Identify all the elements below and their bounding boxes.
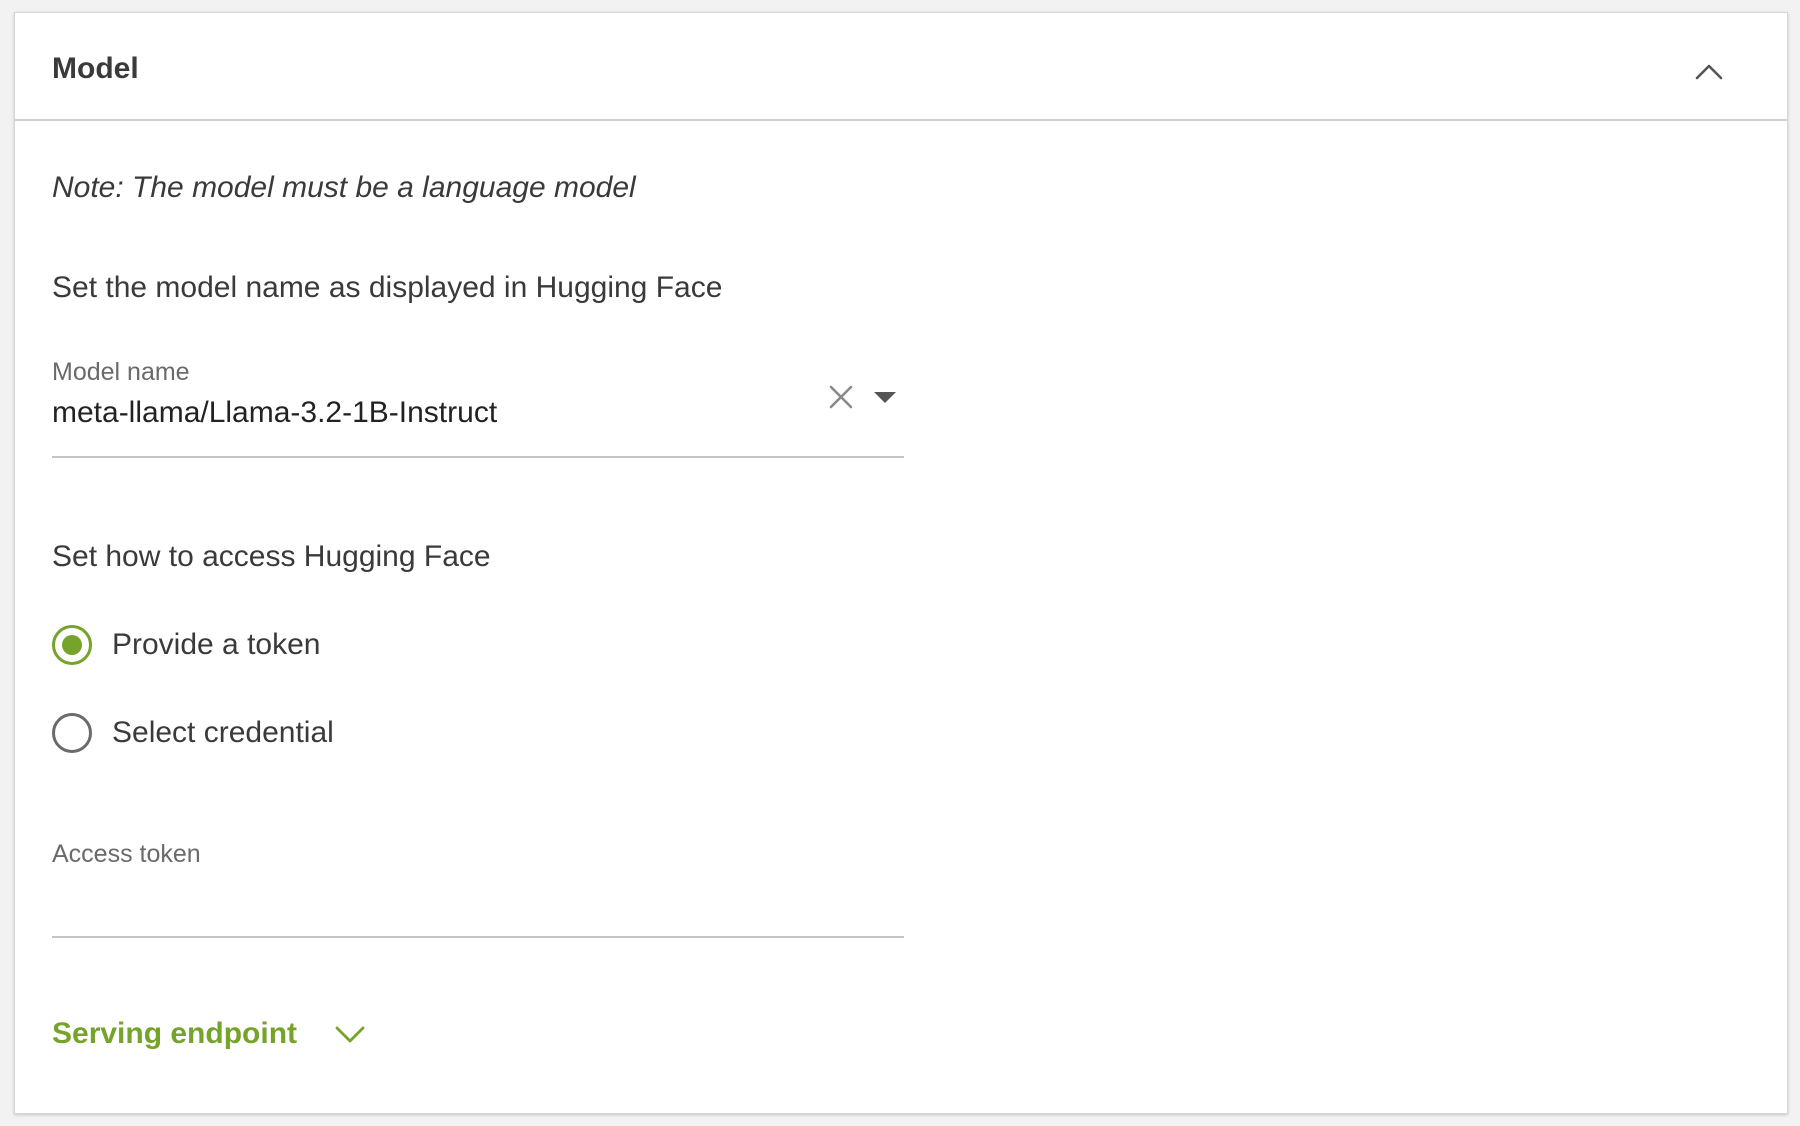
model-name-label: Model name bbox=[52, 358, 190, 386]
radio-checked-icon[interactable] bbox=[52, 625, 92, 665]
radio-provide-token-label: Provide a token bbox=[112, 628, 321, 661]
access-token-label: Access token bbox=[52, 840, 201, 868]
radio-unchecked-icon[interactable] bbox=[52, 713, 92, 753]
serving-endpoint-label: Serving endpoint bbox=[52, 1017, 298, 1050]
radio-select-credential[interactable]: Select credential bbox=[52, 710, 334, 756]
model-name-field[interactable]: Model name bbox=[52, 358, 904, 458]
chevron-down-icon bbox=[333, 1017, 367, 1051]
model-name-heading: Set the model name as displayed in Huggi… bbox=[52, 271, 723, 304]
panel-title: Model bbox=[52, 52, 139, 85]
radio-provide-token[interactable]: Provide a token bbox=[52, 622, 320, 668]
access-heading: Set how to access Hugging Face bbox=[52, 540, 491, 573]
close-icon bbox=[829, 385, 853, 409]
chevron-up-icon bbox=[1695, 64, 1723, 80]
serving-endpoint-toggle[interactable]: Serving endpoint bbox=[52, 1017, 367, 1051]
radio-dot bbox=[62, 635, 82, 655]
language-model-note: Note: The model must be a language model bbox=[52, 171, 636, 204]
model-panel: Model Note: The model must be a language… bbox=[14, 12, 1788, 1114]
panel-header[interactable]: Model bbox=[15, 13, 1787, 121]
radio-select-credential-label: Select credential bbox=[112, 716, 334, 749]
caret-down-icon bbox=[874, 392, 896, 403]
model-name-input[interactable] bbox=[52, 396, 812, 430]
model-dropdown-button[interactable] bbox=[870, 382, 900, 412]
access-token-input[interactable] bbox=[52, 884, 892, 918]
access-token-field[interactable]: Access token bbox=[52, 840, 904, 938]
collapse-button[interactable] bbox=[1691, 53, 1727, 89]
clear-model-button[interactable] bbox=[826, 382, 856, 412]
